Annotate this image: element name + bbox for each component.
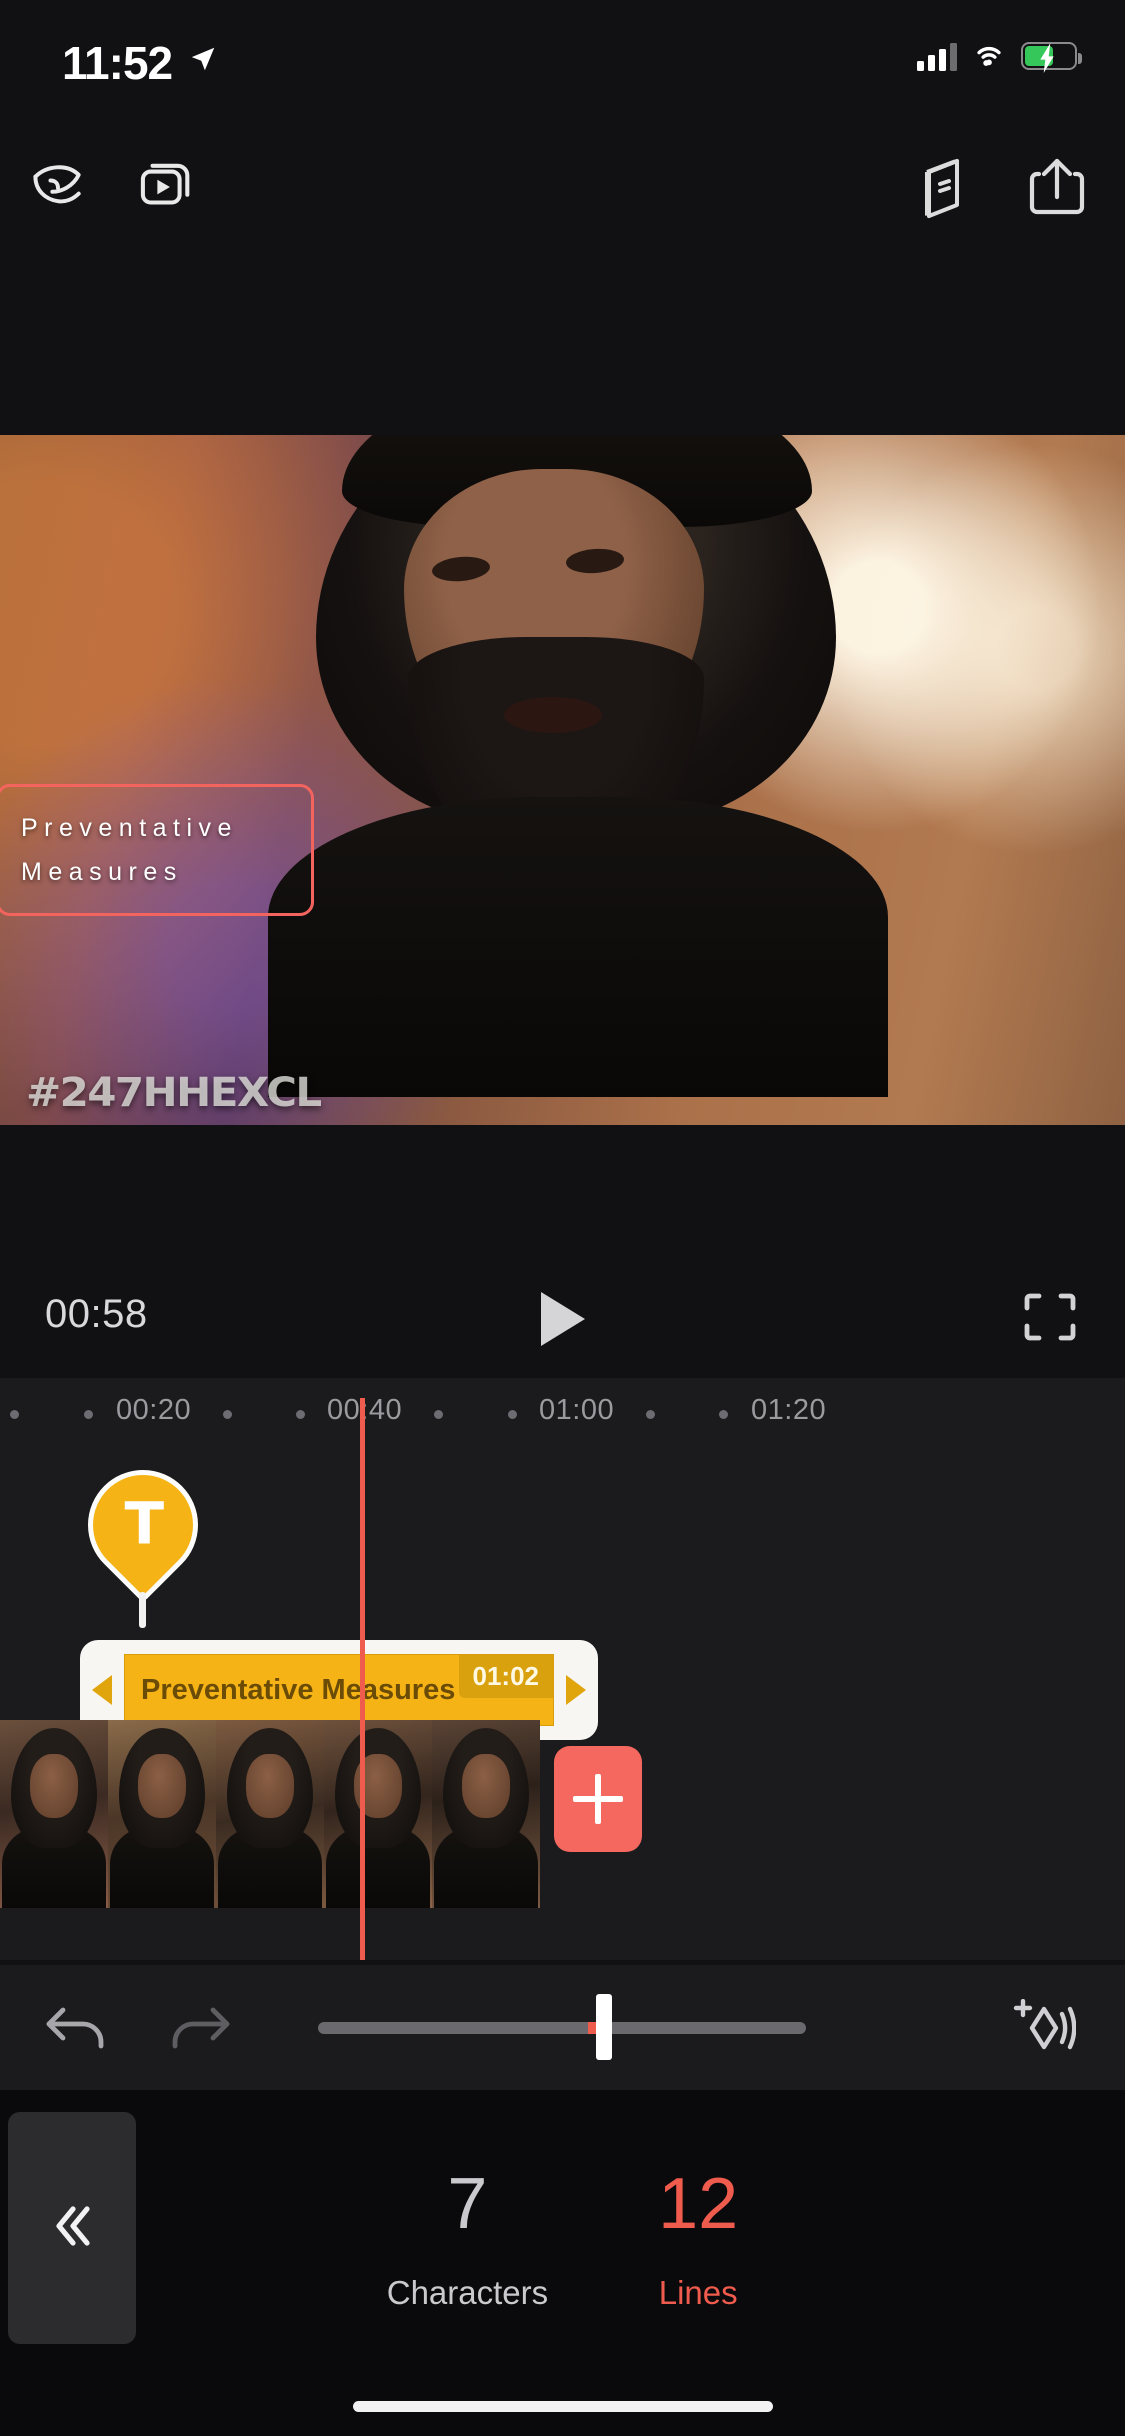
slider-thumb[interactable] bbox=[596, 1994, 612, 2060]
ruler-tick-label: 00:20 bbox=[116, 1394, 192, 1426]
location-arrow-icon bbox=[188, 44, 218, 79]
filmstrip-frame[interactable] bbox=[108, 1720, 216, 1908]
book-tutorial-icon[interactable] bbox=[897, 132, 997, 244]
text-stats: 7 Characters 12 Lines bbox=[0, 2090, 1125, 2390]
text-marker-letter: T bbox=[124, 1489, 165, 1558]
marker-stem bbox=[139, 1592, 146, 1628]
playback-controls: 00:58 bbox=[0, 1250, 1125, 1380]
play-icon[interactable] bbox=[533, 1286, 593, 1352]
ruler-dot bbox=[719, 1410, 728, 1419]
ruler-dot bbox=[508, 1410, 517, 1419]
battery-charging-icon bbox=[1021, 42, 1082, 73]
ruler-dot bbox=[296, 1410, 305, 1419]
overlay-text-line-1: Preventative bbox=[21, 814, 238, 842]
video-filmstrip[interactable] bbox=[0, 1720, 1125, 1930]
filmstrip-frame[interactable] bbox=[432, 1720, 540, 1908]
undo-arrow-icon[interactable] bbox=[24, 1993, 128, 2063]
filmstrip-frame[interactable] bbox=[0, 1720, 108, 1908]
ruler-dot bbox=[84, 1410, 93, 1419]
characters-label: Characters bbox=[386, 2274, 549, 2311]
add-clip-button[interactable] bbox=[554, 1746, 642, 1852]
text-overlay-box[interactable]: Preventative Measures bbox=[0, 784, 314, 916]
video-watermark: #247HHEXCL bbox=[26, 1070, 322, 1116]
plus-icon bbox=[573, 1774, 623, 1824]
subject-figure bbox=[256, 435, 896, 1125]
preview-area[interactable]: Preventative Measures #247HHEXCL bbox=[0, 435, 1125, 1125]
bottom-panel: 7 Characters 12 Lines bbox=[0, 2090, 1125, 2436]
stat-characters[interactable]: 7 Characters bbox=[387, 2168, 548, 2312]
status-bar-time: 11:52 bbox=[62, 37, 173, 89]
top-toolbar bbox=[0, 132, 1125, 244]
status-bar-indicators bbox=[917, 40, 1082, 73]
video-editor-screen: 11:52 Preventative Measures #247HHEXCL 0… bbox=[0, 0, 1125, 2436]
filmstrip-frame[interactable] bbox=[216, 1720, 324, 1908]
ruler-dot bbox=[223, 1410, 232, 1419]
ruler-dot bbox=[434, 1410, 443, 1419]
redo-arrow-icon[interactable] bbox=[148, 1993, 252, 2063]
text-clip-label: Preventative Measures bbox=[141, 1673, 456, 1706]
video-projects-icon[interactable] bbox=[118, 132, 218, 244]
timeline-panel[interactable]: T Preventative Measures 01:02 bbox=[0, 1440, 1125, 1960]
lines-value: 12 bbox=[658, 2164, 739, 2244]
text-clip-body[interactable]: Preventative Measures 01:02 bbox=[124, 1654, 554, 1726]
lines-label: Lines bbox=[658, 2274, 738, 2311]
add-sound-icon[interactable] bbox=[993, 1991, 1093, 2065]
overlay-text-line-2: Measures bbox=[21, 857, 183, 886]
filmstrip-frame[interactable] bbox=[324, 1720, 432, 1908]
ruler-dot bbox=[646, 1410, 655, 1419]
editor-tool-row bbox=[0, 1965, 1125, 2090]
timeline-ruler[interactable]: 00:20 00:40 01:00 01:20 bbox=[0, 1378, 1125, 1440]
slider-track bbox=[318, 2022, 806, 2034]
timeline-zoom-slider[interactable] bbox=[318, 1994, 806, 2060]
share-export-icon[interactable] bbox=[1007, 132, 1107, 244]
ruler-tick-label: 01:00 bbox=[539, 1394, 615, 1426]
ruler-tick-label: 01:20 bbox=[751, 1394, 827, 1426]
home-indicator bbox=[352, 2401, 773, 2412]
characters-value: 7 bbox=[447, 2164, 488, 2244]
app-logo-icon[interactable] bbox=[8, 132, 108, 244]
cellular-bars-icon bbox=[917, 41, 957, 71]
ruler-dot bbox=[10, 1410, 19, 1419]
timeline-playhead[interactable] bbox=[360, 1398, 365, 1960]
status-bar: 11:52 bbox=[0, 0, 1125, 132]
current-time-label: 00:58 bbox=[45, 1292, 148, 1336]
wifi-icon bbox=[971, 40, 1007, 72]
text-clip-duration: 01:02 bbox=[458, 1655, 553, 1698]
fullscreen-icon[interactable] bbox=[1023, 1292, 1077, 1347]
stat-lines[interactable]: 12 Lines bbox=[658, 2168, 738, 2312]
text-track-marker[interactable]: T bbox=[65, 1447, 221, 1603]
